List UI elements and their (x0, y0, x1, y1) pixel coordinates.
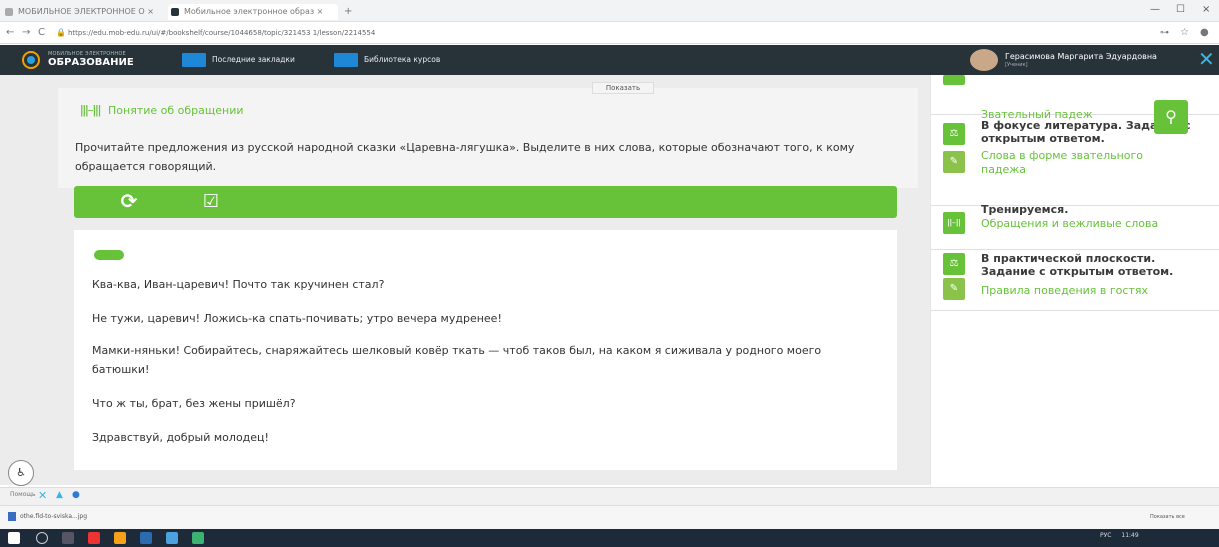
lock-icon: 🔒 (56, 28, 66, 37)
logo-icon (22, 51, 40, 69)
maximize-button[interactable]: ☐ (1176, 4, 1185, 15)
forward-button[interactable]: → (22, 26, 30, 40)
logo-title: ОБРАЗОВАНИЕ (48, 57, 134, 68)
minimize-button[interactable]: — (1150, 4, 1160, 15)
sidebar-item-title: Тренируемся. (981, 203, 1069, 216)
address-bar-row: ← → C 🔒 https://edu.mob-edu.ru/ui/#/book… (0, 22, 1219, 44)
app-header: МОБИЛЬНОЕ ЭЛЕКТРОННОЕ ОБРАЗОВАНИЕ Послед… (0, 45, 1219, 75)
tab-label: МОБИЛЬНОЕ ЭЛЕКТРОННОЕ О × (18, 7, 154, 16)
help-bar: Помощь ✕ ▲ ● (0, 487, 1219, 505)
scales-icon: ⚖ (943, 123, 965, 145)
close-icon[interactable]: ✕ (1198, 49, 1215, 69)
practice-icon: ǀǀ–ǀǀ (943, 212, 965, 234)
status-pill (94, 250, 124, 260)
new-tab-button[interactable]: + (340, 4, 360, 20)
sidebar-item-applied[interactable]: ⚖ ✎ В практической плоскости. Задание с … (931, 246, 1219, 311)
file-icon (8, 512, 16, 521)
folder-icon[interactable] (166, 532, 178, 544)
sentence-4[interactable]: Что ж ты, брат, без жены пришёл? (92, 394, 882, 413)
info-icon[interactable]: ● (72, 490, 80, 500)
browser-tab-1[interactable]: МОБИЛЬНОЕ ЭЛЕКТРОННОЕ О × (2, 4, 162, 20)
os-taskbar: РУС 11:49 (0, 529, 1219, 547)
app-icon[interactable] (140, 532, 152, 544)
user-name[interactable]: Герасимова Маргарита Эдуардовна (1005, 52, 1157, 61)
bell-icon[interactable]: ▲ (56, 490, 63, 500)
key-icon[interactable]: ⊶ (1160, 26, 1169, 40)
browser-tab-bar: МОБИЛЬНОЕ ЭЛЕКТРОННОЕ О × Мобильное элек… (0, 0, 1219, 22)
library-button[interactable]: Библиотека курсов (334, 52, 440, 68)
bookmarks-icon (182, 53, 206, 67)
sidebar-item-title: В практической плоскости. Задание с откр… (981, 252, 1174, 278)
practice-icon: ǀǀǀ–ǀǀǀ (80, 103, 101, 117)
downloads-bar: othe.fld-to-sviska...jpg Показать все (0, 505, 1219, 529)
accessibility-icon[interactable]: ♿ (8, 460, 34, 486)
browser-tab-2[interactable]: Мобильное электронное образ × (168, 4, 338, 20)
star-icon[interactable]: ☆ (1180, 26, 1189, 40)
app-icon[interactable] (192, 532, 204, 544)
page-icon (5, 8, 13, 16)
refresh-icon[interactable]: ⟳ (118, 190, 140, 212)
sentence-3[interactable]: Мамки-няньки! Собирайтесь, снаряжайтесь … (92, 341, 882, 379)
show-all-downloads[interactable]: Показать все (1150, 514, 1185, 520)
language-indicator[interactable]: РУС (1100, 532, 1111, 539)
sidebar-item-sub: Правила поведения в гостях (981, 284, 1148, 297)
search-icon[interactable] (36, 532, 48, 544)
browser-icon[interactable] (114, 532, 126, 544)
sidebar-item-sub: Слова в форме звательного падежа (981, 149, 1144, 176)
profile-icon[interactable]: ● (1200, 26, 1209, 40)
close-icon[interactable]: ✕ (38, 489, 47, 502)
app-icon (171, 8, 179, 16)
clock[interactable]: 11:49 (1121, 532, 1138, 539)
sidebar-item-sub: Обращения и вежливые слова (981, 217, 1159, 230)
lesson-sidebar: Звательный падеж ⚖ ✎ В фокусе литература… (930, 75, 1219, 485)
show-button[interactable]: Показать (592, 82, 654, 94)
sidebar-item-practice[interactable]: ǀǀ–ǀǀ Тренируемся. Обращения и вежливые … (931, 200, 1219, 250)
bookmarks-label: Последние закладки (212, 55, 295, 64)
download-item[interactable]: othe.fld-to-sviska...jpg (20, 513, 87, 520)
help-link[interactable]: Помощь (10, 491, 36, 498)
action-bar (74, 186, 897, 218)
section-title: Понятие об обращении (108, 104, 244, 117)
pencil-icon: ✎ (943, 278, 965, 300)
reload-button[interactable]: C (38, 26, 45, 40)
instruction-text: Прочитайте предложения из русской народн… (75, 141, 855, 173)
library-label: Библиотека курсов (364, 55, 441, 64)
app-icon[interactable] (88, 532, 100, 544)
sentence-1[interactable]: Ква-ква, Иван-царевич! Почто так кручине… (92, 275, 882, 294)
tab-label: Мобильное электронное образ × (184, 7, 324, 16)
task-view-icon[interactable] (62, 532, 74, 544)
back-button[interactable]: ← (6, 26, 14, 40)
sentence-2[interactable]: Не тужи, царевич! Ложись-ка спать-почива… (92, 309, 882, 328)
scales-icon: ⚖ (943, 253, 965, 275)
check-icon[interactable]: ☑ (200, 191, 222, 213)
sentence-5[interactable]: Здравствуй, добрый молодец! (92, 428, 882, 447)
search-icon[interactable]: ⚲ (1154, 100, 1188, 134)
task-icon (943, 75, 965, 85)
bookmarks-button[interactable]: Последние закладки (182, 52, 295, 68)
library-icon (334, 53, 358, 67)
system-tray: РУС 11:49 (1100, 532, 1139, 539)
pencil-icon: ✎ (943, 151, 965, 173)
url-field[interactable]: https://edu.mob-edu.ru/ui/#/bookshelf/co… (68, 26, 375, 40)
avatar[interactable] (970, 49, 998, 71)
close-window-button[interactable]: × (1202, 4, 1210, 15)
windows-start-icon[interactable] (8, 532, 20, 544)
user-role: [Ученик] (1005, 62, 1028, 68)
